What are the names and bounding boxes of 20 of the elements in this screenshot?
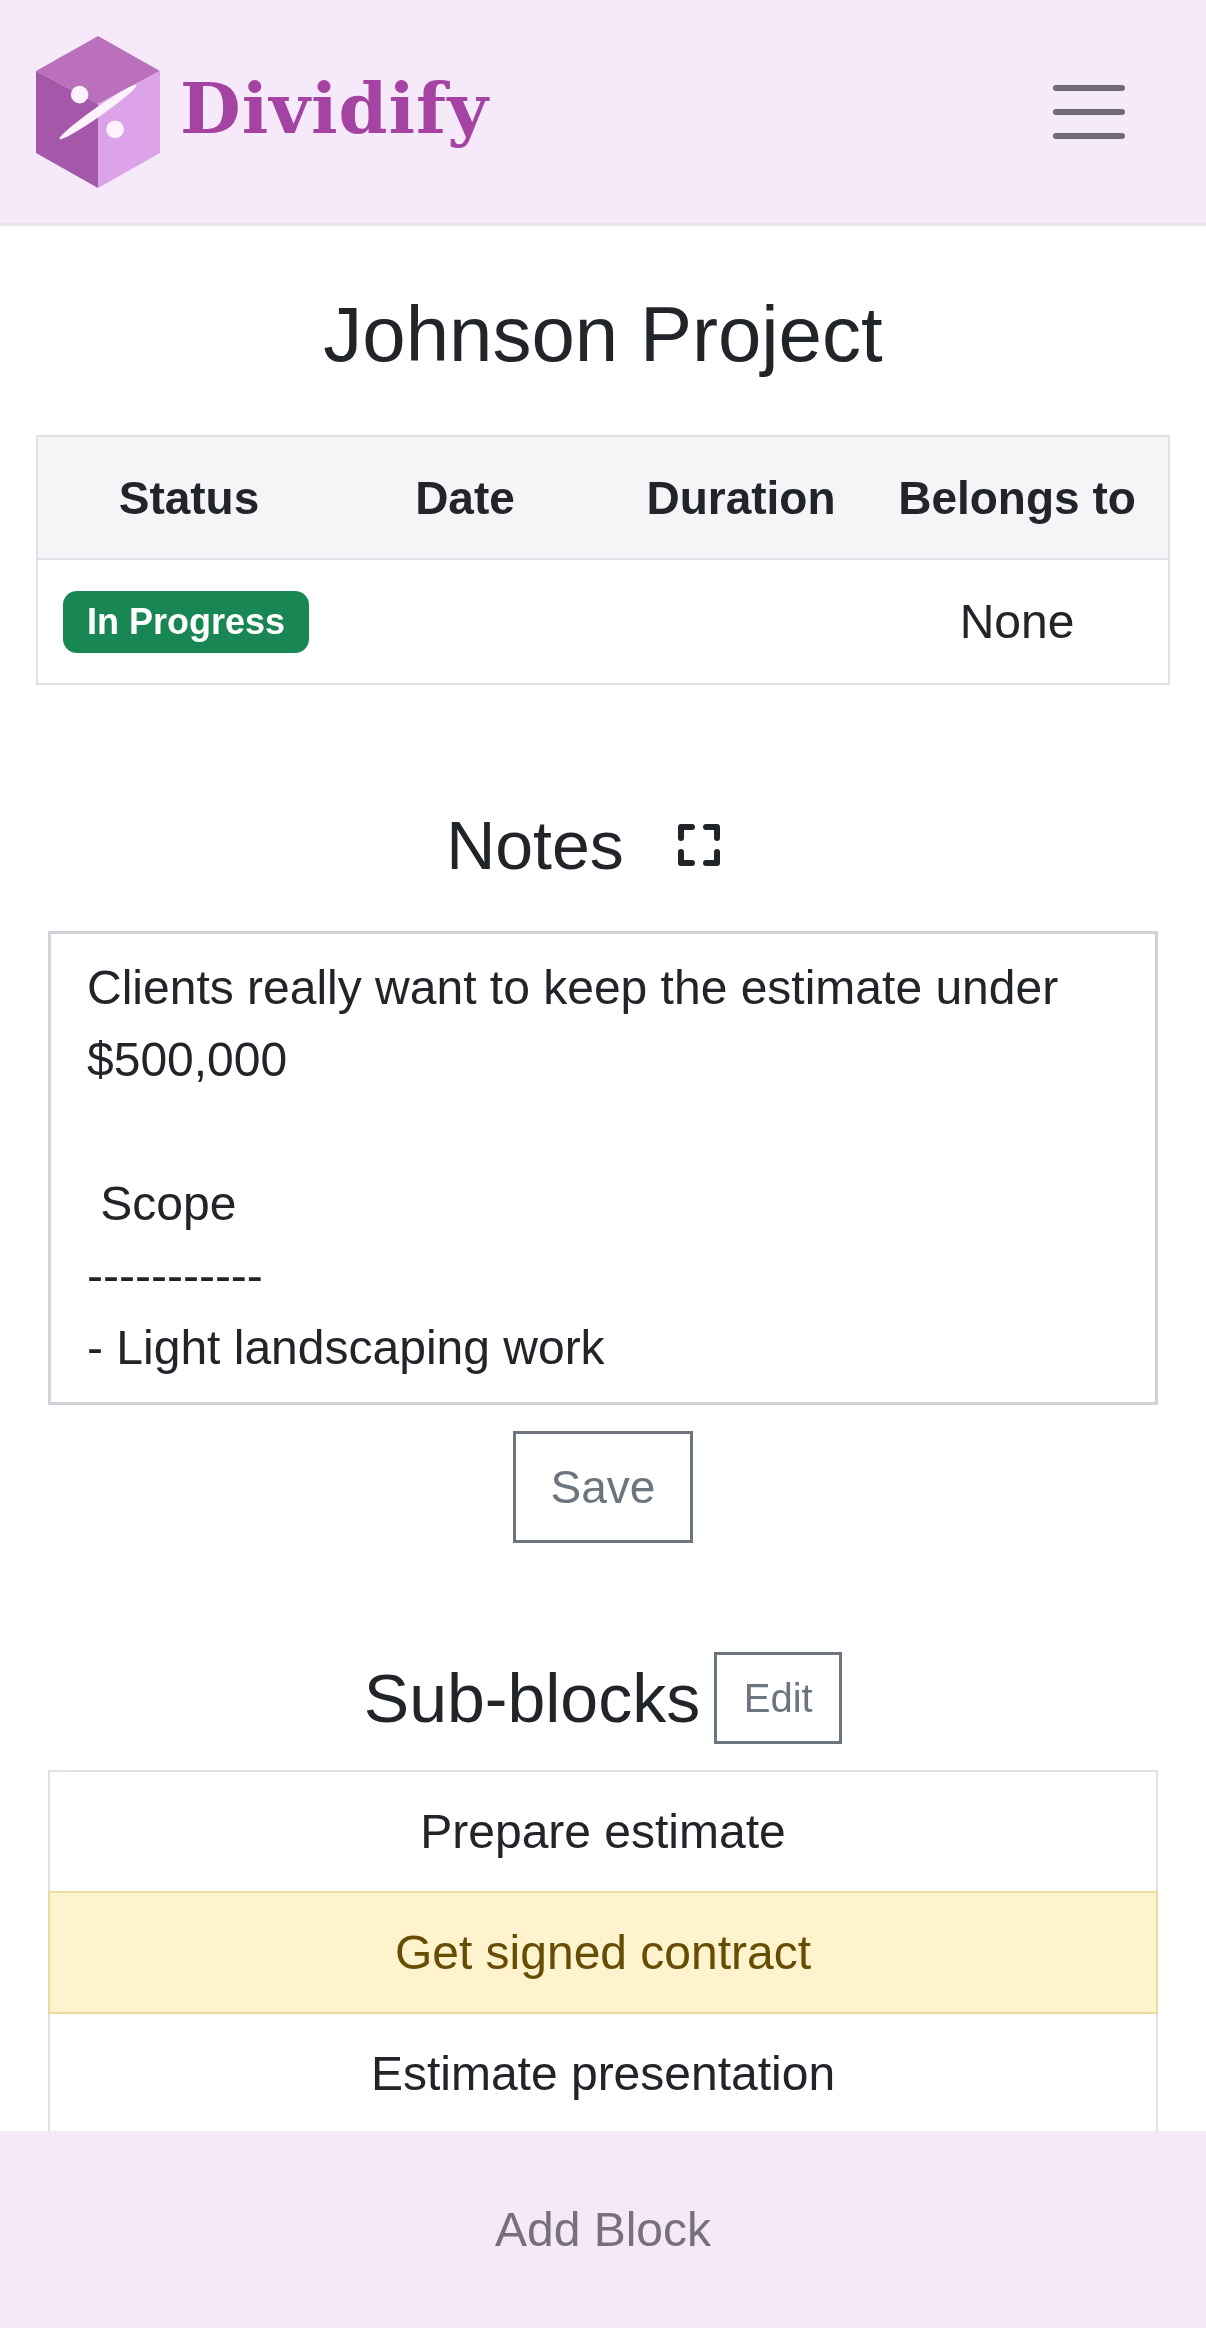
- menu-icon[interactable]: [1053, 84, 1125, 139]
- add-block-button[interactable]: Add Block: [494, 2200, 712, 2259]
- sub-block-item[interactable]: Get signed contract: [48, 1891, 1158, 2014]
- status-badge: In Progress: [63, 590, 310, 653]
- table-cell-text: None: [959, 593, 1075, 650]
- sub-blocks-heading: Sub-blocks: [363, 1659, 701, 1738]
- save-button[interactable]: Save: [513, 1431, 693, 1543]
- sub-block-item[interactable]: Estimate presentation: [48, 2012, 1158, 2131]
- edit-button[interactable]: Edit: [714, 1652, 843, 1744]
- project-title: Johnson Project: [323, 289, 883, 380]
- cube-logo-icon: [36, 35, 160, 188]
- column-header: Status: [118, 470, 260, 526]
- expand-icon[interactable]: [677, 824, 720, 866]
- column-header: Belongs to: [898, 470, 1136, 526]
- column-header: Date: [415, 470, 515, 526]
- sub-block-item[interactable]: Prepare estimate: [48, 1770, 1158, 1893]
- column-header: Duration: [646, 470, 836, 526]
- notes-heading: Notes: [446, 806, 624, 885]
- brand-name[interactable]: Dividify: [180, 73, 489, 150]
- notes-field[interactable]: Clients really want to keep the estimate under $500,000 Scope ----------- - Light landscaping work: [48, 931, 1158, 1405]
